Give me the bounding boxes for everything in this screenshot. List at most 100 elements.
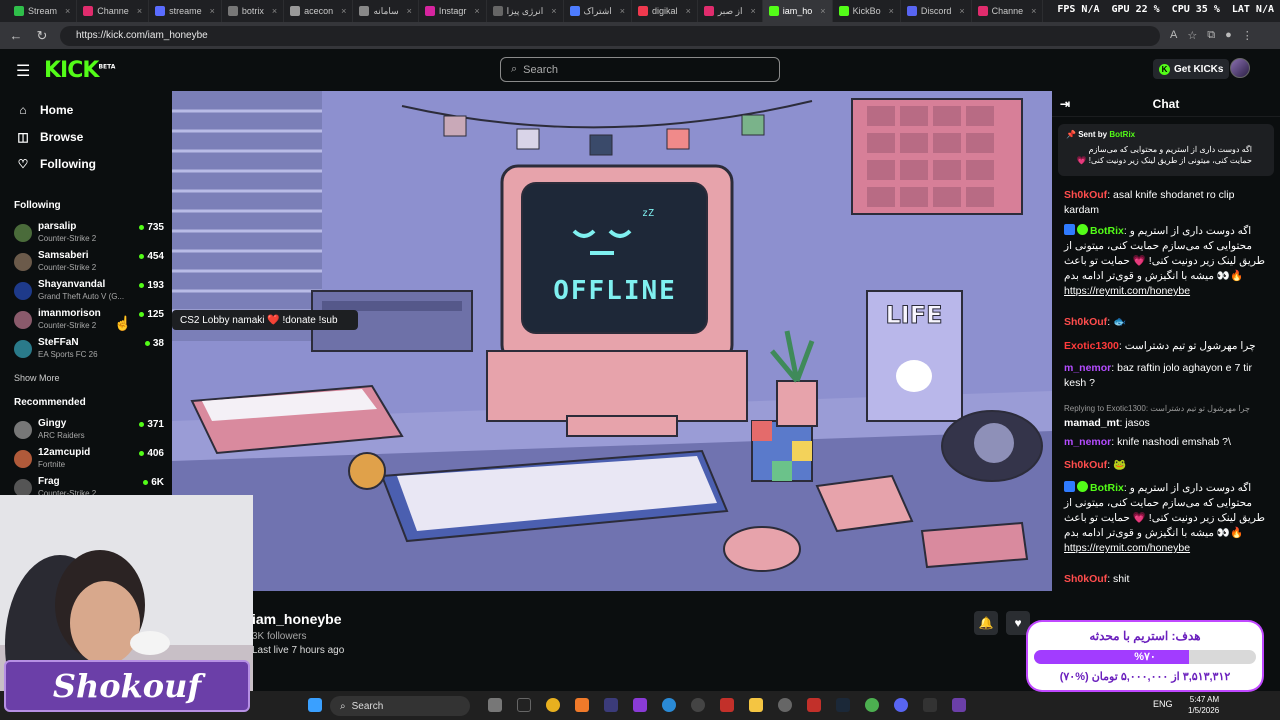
- close-tab-icon[interactable]: ×: [272, 6, 277, 16]
- show-more-link[interactable]: Show More: [14, 373, 60, 383]
- chat-username[interactable]: m_nemor: [1064, 436, 1111, 448]
- browser-tab[interactable]: Discord ×: [901, 0, 972, 22]
- browser-tab[interactable]: انرژی پیزا ×: [487, 0, 564, 22]
- user-avatar[interactable]: [1230, 58, 1250, 78]
- chat-message[interactable]: BotRix: اگه دوست داری از استریم و محتوای…: [1064, 481, 1266, 556]
- video-player[interactable]: OFFLINE zZ LIFE: [172, 91, 1052, 591]
- browser-tab[interactable]: streame ×: [149, 0, 222, 22]
- menu-dots-icon[interactable]: ⋮: [1242, 29, 1253, 42]
- close-tab-icon[interactable]: ×: [210, 6, 215, 16]
- browser-tab[interactable]: Channe ×: [77, 0, 150, 22]
- browser-tab[interactable]: digikal ×: [632, 0, 698, 22]
- sidebar-channel[interactable]: 12amcupid Fortnite 406: [14, 446, 164, 472]
- sidebar-channel[interactable]: SteFFaN EA Sports FC 26 38: [14, 336, 164, 362]
- close-tab-icon[interactable]: ×: [65, 6, 70, 16]
- get-kicks-button[interactable]: K Get KICKs: [1153, 59, 1230, 79]
- browser-tab[interactable]: botrix ×: [222, 0, 285, 22]
- browser-tab[interactable]: KickBo ×: [833, 0, 901, 22]
- nav-home[interactable]: ⌂ Home: [16, 103, 73, 117]
- chat-message[interactable]: Sh0kOuf: 🐟: [1064, 315, 1266, 330]
- extensions-icon[interactable]: ⧉: [1207, 29, 1215, 42]
- task-view-icon[interactable]: [488, 698, 502, 712]
- bookmark-star-icon[interactable]: ☆: [1187, 29, 1197, 42]
- start-menu-icon[interactable]: [308, 698, 322, 712]
- browser-tab[interactable]: سامانه ×: [353, 0, 419, 22]
- url-field[interactable]: https://kick.com/iam_honeybe: [60, 25, 1160, 46]
- chat-username[interactable]: BotRix: [1090, 225, 1124, 237]
- pinned-message[interactable]: 📌 Sent by BotRix اگه دوست داری از استریم…: [1058, 124, 1274, 176]
- chat-link[interactable]: https://reymit.com/honeybe: [1064, 542, 1190, 554]
- hamburger-menu-icon[interactable]: ☰: [16, 61, 30, 81]
- sidebar-channel[interactable]: Gingy ARC Raiders 371: [14, 417, 164, 443]
- close-tab-icon[interactable]: ×: [137, 6, 142, 16]
- close-tab-icon[interactable]: ×: [474, 6, 479, 16]
- close-tab-icon[interactable]: ×: [551, 6, 556, 16]
- taskbar-search[interactable]: ⌕ Search: [330, 696, 470, 716]
- app-icon[interactable]: [575, 698, 589, 712]
- browser-tab[interactable]: از صبر ×: [698, 0, 763, 22]
- app-icon[interactable]: [633, 698, 647, 712]
- folder-icon[interactable]: [749, 698, 763, 712]
- chat-username[interactable]: Exotic1300: [1064, 340, 1119, 352]
- app-icon[interactable]: [865, 698, 879, 712]
- close-tab-icon[interactable]: ×: [959, 6, 964, 16]
- chat-message[interactable]: BotRix: اگه دوست داری از استریم و محتوای…: [1064, 224, 1266, 299]
- app-icon[interactable]: [691, 698, 705, 712]
- edge-icon[interactable]: [662, 698, 676, 712]
- discord-icon[interactable]: [894, 698, 908, 712]
- browser-tab[interactable]: acecon ×: [284, 0, 354, 22]
- chat-username[interactable]: Sh0kOuf: [1064, 573, 1107, 585]
- close-tab-icon[interactable]: ×: [889, 6, 894, 16]
- chat-message[interactable]: Sh0kOuf: 🐸: [1064, 458, 1266, 473]
- chat-message[interactable]: m_nemor: baz raftin jolo aghayon e 7 tir…: [1064, 361, 1266, 391]
- chat-username[interactable]: m_nemor: [1064, 362, 1111, 374]
- sidebar-channel[interactable]: parsalip Counter-Strike 2 735: [14, 220, 164, 246]
- close-tab-icon[interactable]: ×: [820, 6, 825, 16]
- sidebar-channel[interactable]: Frag Counter-Strike 2 6K: [14, 475, 164, 496]
- system-clock[interactable]: 5:47 AM 1/5/2026: [1188, 694, 1219, 716]
- close-tab-icon[interactable]: ×: [341, 6, 346, 16]
- chat-message[interactable]: Sh0kOuf: asal knife shodanet ro clip kar…: [1064, 188, 1266, 218]
- chat-username[interactable]: mamad_mt: [1064, 417, 1119, 429]
- chrome-icon[interactable]: [546, 698, 560, 712]
- chat-message[interactable]: Sh0kOuf: shit: [1064, 572, 1266, 587]
- browser-tab[interactable]: Channe ×: [972, 0, 1044, 22]
- browser-tab[interactable]: Instagr ×: [419, 0, 487, 22]
- steam-icon[interactable]: [836, 698, 850, 712]
- back-icon[interactable]: ←: [8, 28, 24, 43]
- sidebar-channel[interactable]: Samsaberi Counter-Strike 2 454: [14, 249, 164, 275]
- close-tab-icon[interactable]: ×: [686, 6, 691, 16]
- language-indicator[interactable]: ENG: [1153, 699, 1173, 709]
- app-icon[interactable]: [517, 698, 531, 712]
- kick-logo[interactable]: KICKBETA: [44, 58, 115, 83]
- terminal-icon[interactable]: [923, 698, 937, 712]
- chat-username[interactable]: Sh0kOuf: [1064, 189, 1107, 201]
- close-tab-icon[interactable]: ×: [620, 6, 625, 16]
- nav-browse[interactable]: ◫ Browse: [16, 130, 83, 144]
- app-icon[interactable]: [604, 698, 618, 712]
- app-icon[interactable]: [720, 698, 734, 712]
- nav-following[interactable]: ♡ Following: [16, 157, 96, 171]
- chat-message[interactable]: Replying to Exotic1300: چرا مهرشول تو تی…: [1064, 401, 1266, 431]
- profile-icon[interactable]: ●: [1225, 29, 1232, 42]
- app-icon[interactable]: [952, 698, 966, 712]
- browser-tab[interactable]: Stream ×: [8, 0, 78, 22]
- translate-icon[interactable]: A: [1170, 29, 1177, 42]
- collapse-chat-icon[interactable]: ⇥: [1060, 97, 1070, 111]
- chat-link[interactable]: https://reymit.com/honeybe: [1064, 285, 1190, 297]
- chat-message[interactable]: m_nemor: knife nashodi emshab ?\: [1064, 435, 1266, 450]
- browser-tab[interactable]: iam_ho ×: [762, 0, 833, 22]
- reload-icon[interactable]: ↻: [34, 28, 50, 44]
- close-tab-icon[interactable]: ×: [1031, 6, 1036, 16]
- notification-bell-button[interactable]: 🔔: [974, 611, 998, 635]
- sidebar-channel[interactable]: imanmorison Counter-Strike 2 125: [14, 307, 164, 333]
- search-input[interactable]: ⌕ Search: [500, 57, 780, 82]
- close-tab-icon[interactable]: ×: [751, 6, 756, 16]
- app-icon[interactable]: [778, 698, 792, 712]
- chat-message[interactable]: Exotic1300: چرا مهرشول تو تیم دشتراست: [1064, 339, 1266, 354]
- follow-heart-button[interactable]: ♥: [1006, 611, 1030, 635]
- close-tab-icon[interactable]: ×: [407, 6, 412, 16]
- app-icon[interactable]: [807, 698, 821, 712]
- chat-username[interactable]: BotRix: [1090, 482, 1124, 494]
- channel-name[interactable]: iam_honeybe: [252, 611, 341, 627]
